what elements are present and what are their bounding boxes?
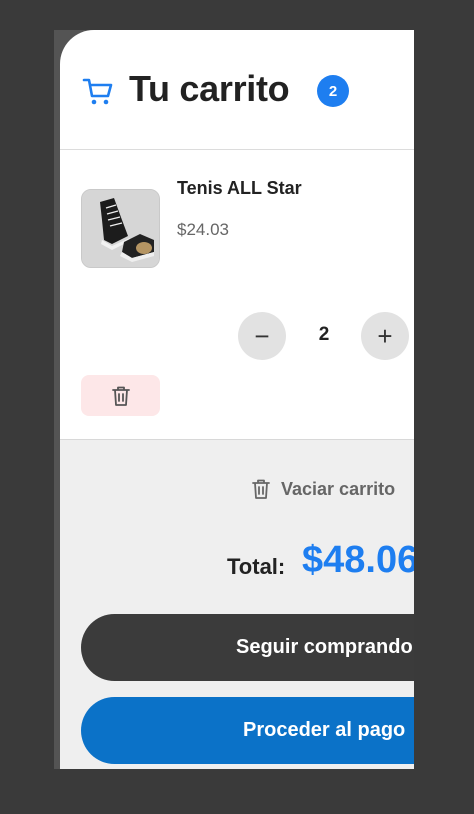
product-name: Tenis ALL Star: [177, 178, 302, 198]
cart-icon: [82, 78, 113, 105]
total-label: Total:: [227, 554, 286, 579]
cart-drawer-frame: Tu carrito 2 Tenis ALL Star $24.03 − 2 +: [54, 30, 414, 769]
cart-panel: Tu carrito 2 Tenis ALL Star $24.03 − 2 +: [60, 30, 414, 769]
remove-item-button[interactable]: [81, 375, 160, 416]
increase-quantity-button[interactable]: +: [361, 312, 409, 360]
trash-icon: [111, 386, 130, 406]
checkout-label: Proceder al pago: [243, 719, 406, 741]
trash-icon: [252, 479, 270, 499]
continue-shopping-button[interactable]: Seguir comprando: [81, 614, 414, 681]
decrease-quantity-button[interactable]: −: [238, 312, 286, 360]
product-image: [81, 189, 160, 268]
checkout-button[interactable]: Proceder al pago: [81, 697, 414, 764]
cart-header: Tu carrito 2: [60, 30, 414, 150]
clear-cart-button[interactable]: Vaciar carrito: [251, 478, 395, 500]
cart-item: Tenis ALL Star $24.03 − 2 +: [60, 150, 414, 439]
sneaker-image: [82, 190, 159, 267]
continue-shopping-label: Seguir comprando: [236, 636, 413, 658]
page-title: Tu carrito: [129, 68, 290, 109]
quantity-value: 2: [318, 324, 330, 345]
total-value: $48.06: [302, 539, 414, 581]
clear-cart-label: Vaciar carrito: [281, 478, 396, 499]
product-price: $24.03: [177, 220, 229, 239]
cart-footer: Vaciar carrito Total: $48.06 Seguir comp…: [60, 439, 414, 769]
cart-count-badge: 2: [317, 75, 349, 107]
